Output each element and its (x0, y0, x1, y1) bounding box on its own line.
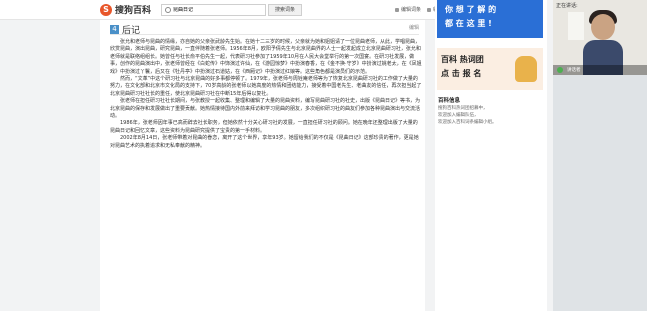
logo-text: 搜狗百科 (115, 6, 152, 16)
logo[interactable]: S 搜狗百科 (100, 3, 151, 16)
edit-icon (395, 7, 400, 12)
paragraph: 张老师在担任研习社社长期间，与张教授一起收集、整理和编辑了大量的昆曲资料，编写昆… (110, 98, 421, 120)
search-input[interactable] (173, 6, 264, 13)
mic-icon (557, 67, 563, 73)
section-edit-link[interactable]: 编辑 (409, 24, 419, 31)
paragraph: 张允和老师与昆曲的情缘，亦自她的父亲张武龄先生始。在她十二三岁的时候，父亲就为她… (110, 39, 422, 75)
background-lamp (568, 12, 584, 40)
hotword-line-1: 百科 热词团 (441, 55, 484, 64)
search-icon (165, 6, 172, 13)
paragraph: 然而，“文革”中这个研习社与北京昆曲的好多事都停顿了。1979年，张老师与周铨庵… (110, 76, 422, 97)
mascot-image (515, 56, 537, 82)
paragraph: 2002年8月14日，张老师带着对昆曲的眷恋，离开了这个世界，享年93岁。她留给… (110, 135, 419, 149)
edit-entry-button[interactable]: 编辑词条 (395, 6, 421, 13)
speaking-label: 正在讲话: (556, 3, 578, 9)
sidebar-text: 欢迎加入百科词条编辑小组。 (438, 120, 497, 125)
edit-entry-label: 编辑词条 (401, 7, 422, 13)
right-sidebar: 你 想 了 解 的 都 在 这 里 ! 百科 热词团 点 击 报 名 百科信息 … (435, 0, 547, 311)
sidebar-title: 百科信息 (438, 98, 461, 104)
hotword-banner[interactable]: 百科 热词团 点 击 报 名 (437, 48, 543, 90)
background-panel (553, 75, 647, 311)
page: S 搜狗百科 搜索词条 编辑词条 收藏 分享 目录 4 后记 编辑 张允和老师与… (0, 0, 647, 311)
promo-line-1: 你 想 了 解 的 (445, 5, 497, 14)
divider (110, 34, 419, 35)
promo-banner[interactable]: 你 想 了 解 的 都 在 这 里 ! (437, 0, 543, 38)
search-button[interactable]: 搜索词条 (268, 3, 303, 16)
person-face (591, 14, 615, 40)
promo-line-2: 都 在 这 里 ! (445, 19, 492, 28)
article-content: 4 后记 编辑 张允和老师与昆曲的情缘，亦自她的父亲张武龄先生始。在她十二三岁的… (100, 20, 425, 311)
video-tile[interactable]: 正在讲话: 讲话者 (553, 0, 647, 75)
sidebar-text: 欢迎加入编辑队伍， (438, 113, 479, 118)
search-box[interactable] (161, 3, 267, 16)
star-icon (427, 7, 432, 12)
paragraph: 1986年，张老师因年事已高而辞去社长职务，但她依然十分关心研习社的发展，一直担… (110, 120, 418, 134)
logo-icon: S (100, 3, 112, 16)
sidebar-text: 搜狗百科热词团招募中， (438, 106, 488, 111)
hotword-line-2: 点 击 报 名 (441, 69, 482, 78)
section-number: 4 (110, 25, 119, 34)
article-body: 张允和老师与昆曲的情缘，亦自她的父亲张武龄先生始。在她十二三岁的时候，父亲就为她… (110, 39, 422, 150)
speaker-name: 讲话者 (567, 68, 581, 73)
